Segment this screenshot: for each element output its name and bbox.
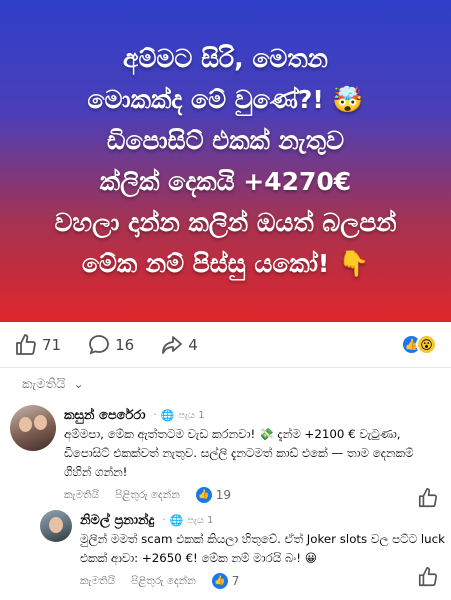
avatar[interactable] bbox=[10, 405, 56, 451]
comment-time[interactable]: පැය 1 bbox=[187, 515, 213, 526]
wow-emoji-icon: 😮 bbox=[416, 334, 437, 355]
reaction-summary[interactable]: 👍 😮 bbox=[401, 334, 437, 355]
share-count: 4 bbox=[188, 335, 198, 354]
comment-item: කසුන් පෙරේරා · 🌐 පැය 1 අම්මපා, මේක ඇත්තට… bbox=[10, 405, 416, 504]
hero-line: ඩිපොසිට් එකක් නැතුව bbox=[106, 126, 345, 155]
comment-button[interactable]: 16 bbox=[87, 333, 134, 357]
separator-dot: · bbox=[162, 514, 166, 526]
reaction-bar: 71 16 4 👍 😮 bbox=[0, 322, 451, 368]
comment-like-button[interactable] bbox=[417, 566, 439, 592]
hero-line: ක්ලික් දෙකයි +4270€ bbox=[99, 167, 352, 196]
share-icon bbox=[162, 335, 183, 354]
hero-line: මේක නම් පිස්සු යකෝ! 👇 bbox=[81, 249, 370, 278]
commenter-name[interactable]: කසුන් පෙරේරා bbox=[64, 408, 145, 423]
sort-label: කැමතියි bbox=[22, 376, 66, 392]
comment-like-count[interactable]: 19 bbox=[216, 488, 231, 502]
like-emoji-icon: 👍 bbox=[195, 487, 212, 503]
hero-line: අම්මට සිරි, මෙතන bbox=[123, 44, 328, 73]
comment-sort-dropdown[interactable]: කැමතියි ⌄ bbox=[22, 372, 84, 396]
comment-like-count[interactable]: 7 bbox=[232, 574, 240, 588]
hero-line: වහලා දාන්න කලින් ඔයත් බලපන් bbox=[54, 208, 397, 237]
hero-line: මොකක්ද මේ වුණේ?! 🤯 bbox=[87, 85, 364, 114]
comment-reply-link[interactable]: පිළිතුරු දෙන්න bbox=[131, 575, 196, 588]
comment-like-link[interactable]: කැමතියි bbox=[80, 575, 115, 588]
like-count: 71 bbox=[42, 335, 62, 354]
comment-item: නිමල් ප්‍රනාන්දු · 🌐 පැය 1 මුලින් මමත් s… bbox=[40, 510, 451, 590]
comment-icon bbox=[89, 334, 109, 354]
globe-icon: 🌐 bbox=[160, 408, 175, 422]
avatar[interactable] bbox=[40, 510, 72, 542]
like-icon bbox=[418, 567, 438, 587]
comment-count: 16 bbox=[115, 335, 135, 354]
comment-like-link[interactable]: කැමතියි bbox=[64, 489, 99, 502]
comment-text: මුලින් මමත් scam එකක් කියලා හිතුවේ. ඒත් … bbox=[80, 532, 445, 565]
globe-icon: 🌐 bbox=[169, 513, 184, 527]
separator-dot: · bbox=[153, 409, 157, 421]
comment-time[interactable]: පැය 1 bbox=[178, 410, 204, 421]
like-emoji-icon: 👍 bbox=[211, 573, 228, 589]
like-icon bbox=[16, 333, 36, 355]
hero-banner: අම්මට සිරි, මෙතන මොකක්ද මේ වුණේ?! 🤯 ඩිපො… bbox=[0, 0, 451, 322]
like-button[interactable]: 71 bbox=[14, 333, 61, 357]
chevron-down-icon: ⌄ bbox=[73, 377, 84, 391]
comment-text: අම්මපා, මේක ඇත්තටම වැඩ කරනවා! 💸 දැන්ම +2… bbox=[64, 427, 414, 479]
like-icon bbox=[418, 488, 438, 508]
share-button[interactable]: 4 bbox=[160, 333, 198, 357]
comment-reply-link[interactable]: පිළිතුරු දෙන්න bbox=[115, 489, 180, 502]
commenter-name[interactable]: නිමල් ප්‍රනාන්දු bbox=[80, 513, 154, 528]
